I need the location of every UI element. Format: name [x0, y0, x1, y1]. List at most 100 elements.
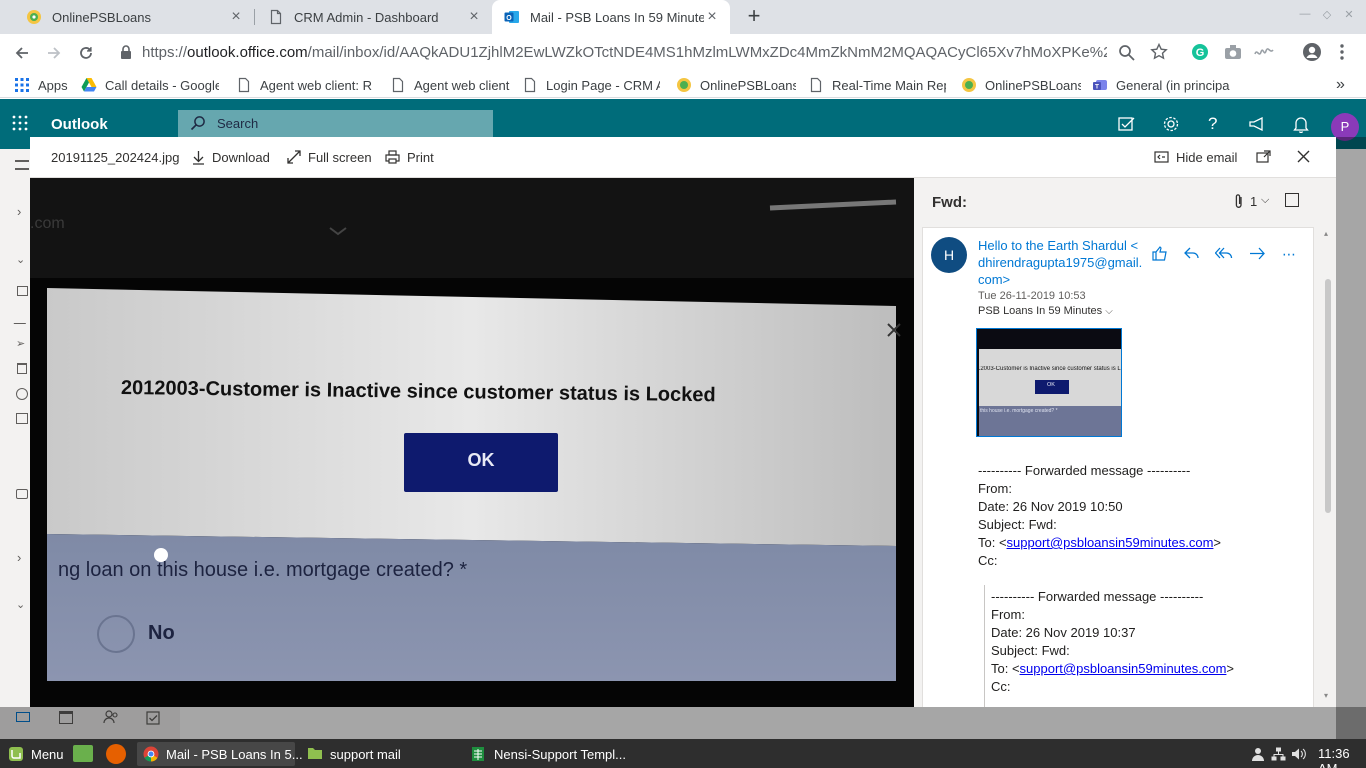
restore-window-icon[interactable]: ◇ [1320, 8, 1334, 22]
bookmark-onlinepsbloans-2[interactable]: OnlinePSBLoans [961, 76, 1081, 94]
full-screen-button[interactable]: Full screen [287, 148, 372, 166]
conversation-history-icon[interactable] [16, 489, 28, 499]
paperclip-icon[interactable] [1234, 193, 1244, 209]
reload-button[interactable] [74, 41, 98, 65]
my-day-icon[interactable] [1118, 116, 1136, 132]
bookmark-real-time-main-report[interactable]: Real-Time Main Repo... [808, 76, 946, 94]
translate-extension-icon[interactable] [1253, 44, 1275, 60]
grammarly-icon[interactable]: G [1191, 43, 1209, 61]
hide-email-label: Hide email [1176, 149, 1238, 165]
reply-all-icon[interactable] [1215, 247, 1233, 260]
hide-email-button[interactable]: Hide email [1154, 148, 1237, 166]
bookmark-login-page-crm[interactable]: Login Page - CRM Ad... [522, 76, 660, 94]
inbox-folder-icon[interactable] [17, 286, 28, 296]
app-launcher-icon[interactable] [12, 115, 28, 131]
feedback-megaphone-icon[interactable] [1249, 117, 1267, 131]
bookmark-agent-web-client[interactable]: Agent web client [390, 76, 510, 94]
help-icon[interactable]: ? [1208, 114, 1217, 134]
support-email-link[interactable]: support@psbloansin59minutes.com [1007, 535, 1214, 550]
forward-button[interactable] [42, 41, 66, 65]
thumbnail-error-text: 12003-Customer is Inactive since custome… [977, 366, 1121, 372]
download-button[interactable]: Download [192, 148, 270, 166]
chrome-icon [143, 746, 159, 762]
user-tray-icon[interactable] [1251, 747, 1265, 761]
url-text[interactable]: https://outlook.office.com/mail/inbox/id… [142, 44, 1107, 61]
scroll-down-arrow[interactable]: ▾ [1324, 691, 1328, 700]
zoom-icon[interactable] [1118, 44, 1135, 61]
deleted-folder-icon[interactable] [17, 363, 27, 374]
start-menu-button[interactable]: Menu [2, 742, 70, 766]
page-icon [808, 77, 824, 93]
taskbar-window-mail[interactable]: Mail - PSB Loans In 5... [137, 742, 303, 766]
system-clock[interactable]: 11:36 AM [1318, 746, 1366, 768]
outlook-folder-rail [0, 149, 30, 739]
sender-name[interactable]: Hello to the Earth Shardul < dhirendragu… [978, 237, 1148, 288]
scroll-up-arrow[interactable]: ▴ [1324, 229, 1328, 238]
email-subject: Fwd: [932, 194, 967, 211]
bookmark-apps[interactable]: Apps [14, 76, 74, 94]
close-viewer-icon[interactable] [1297, 150, 1310, 163]
close-tab-icon[interactable]: × [228, 8, 244, 25]
bookmark-call-details[interactable]: Call details - Google... [81, 76, 219, 94]
camera-extension-icon[interactable] [1224, 44, 1242, 60]
bookmark-label: Agent web client: Re... [260, 77, 372, 93]
bookmark-label: General (in principal... [1116, 77, 1230, 93]
bookmark-agent-web-client-re[interactable]: Agent web client: Re... [236, 76, 372, 94]
message-recipient[interactable]: PSB Loans In 59 Minutes ⌵ [978, 305, 1113, 317]
collapse-groups-icon[interactable]: ⌄ [16, 598, 25, 611]
attachment-filename: 20191125_202424.jpg [51, 149, 180, 165]
attachment-count[interactable]: 1 [1250, 194, 1257, 209]
outlook-icon: O [504, 9, 520, 25]
bookmark-onlinepsbloans-1[interactable]: OnlinePSBLoans [676, 76, 796, 94]
volume-tray-icon[interactable] [1291, 747, 1306, 761]
chrome-menu-icon[interactable] [1339, 43, 1345, 61]
forwarded-block-2: ---------- Forwarded message ---------- … [991, 588, 1311, 696]
minimize-window-icon[interactable]: — [1298, 8, 1312, 22]
taskbar-window-support-mail[interactable]: support mail [301, 742, 457, 766]
close-window-icon[interactable]: ✕ [1342, 8, 1356, 22]
show-desktop-icon[interactable] [73, 745, 93, 762]
profile-icon[interactable] [1302, 42, 1322, 62]
more-bookmarks-button[interactable]: » [1336, 76, 1352, 94]
collapse-folders-icon[interactable]: ⌄ [16, 253, 25, 266]
more-actions-icon[interactable]: ⋯ [1282, 246, 1296, 263]
open-conversation-icon[interactable] [1285, 193, 1299, 207]
hamburger-menu-icon[interactable] [15, 160, 29, 170]
bookmark-general-teams[interactable]: T General (in principal... [1092, 76, 1230, 94]
network-tray-icon[interactable] [1271, 747, 1286, 761]
junk-folder-icon[interactable] [16, 388, 28, 400]
expand-folders-icon[interactable]: › [17, 204, 21, 219]
attachments-dropdown-icon[interactable]: ⌵ [1261, 194, 1269, 207]
support-email-link[interactable]: support@psbloansin59minutes.com [1020, 661, 1227, 676]
firefox-launcher-icon[interactable] [106, 744, 126, 764]
sender-avatar[interactable]: H [931, 237, 967, 273]
expand-recipients-icon[interactable]: ⌵ [1105, 306, 1113, 317]
lock-icon[interactable] [120, 45, 132, 59]
outlook-app-name[interactable]: Outlook [51, 116, 108, 133]
bookmark-label: Call details - Google... [105, 77, 219, 93]
forward-icon[interactable] [1249, 247, 1265, 260]
reading-pane-scrollbar[interactable]: ▴ ▾ [1322, 227, 1334, 705]
reply-icon[interactable] [1184, 247, 1200, 260]
new-tab-button[interactable]: + [742, 5, 766, 29]
sent-folder-icon[interactable]: ➢ [16, 337, 25, 350]
settings-gear-icon[interactable] [1162, 115, 1180, 133]
archive-folder-icon[interactable] [16, 413, 28, 424]
close-tab-icon[interactable]: × [466, 8, 482, 25]
browser-tab-outlook-mail[interactable]: O Mail - PSB Loans In 59 Minutes × [492, 0, 730, 34]
taskbar-window-nensi-template[interactable]: Nensi-Support Templ... [465, 742, 626, 766]
browser-tab-onlinepsbloans[interactable]: OnlinePSBLoans × [14, 0, 254, 34]
print-button[interactable]: Print [385, 148, 434, 166]
like-icon[interactable] [1152, 246, 1168, 261]
thumbnail-ok-text: OK [1047, 382, 1055, 388]
close-tab-icon[interactable]: × [704, 8, 720, 25]
expand-groups-icon[interactable]: › [17, 550, 21, 565]
print-label: Print [407, 149, 434, 165]
scrollbar-thumb[interactable] [1325, 279, 1331, 513]
notifications-bell-icon[interactable] [1293, 115, 1309, 133]
modal-backdrop [1336, 137, 1366, 739]
back-button[interactable] [10, 41, 34, 65]
open-in-new-window-icon[interactable] [1256, 150, 1271, 163]
browser-tab-crm-admin[interactable]: CRM Admin - Dashboard × [256, 0, 492, 34]
bookmark-star-icon[interactable] [1150, 43, 1168, 61]
